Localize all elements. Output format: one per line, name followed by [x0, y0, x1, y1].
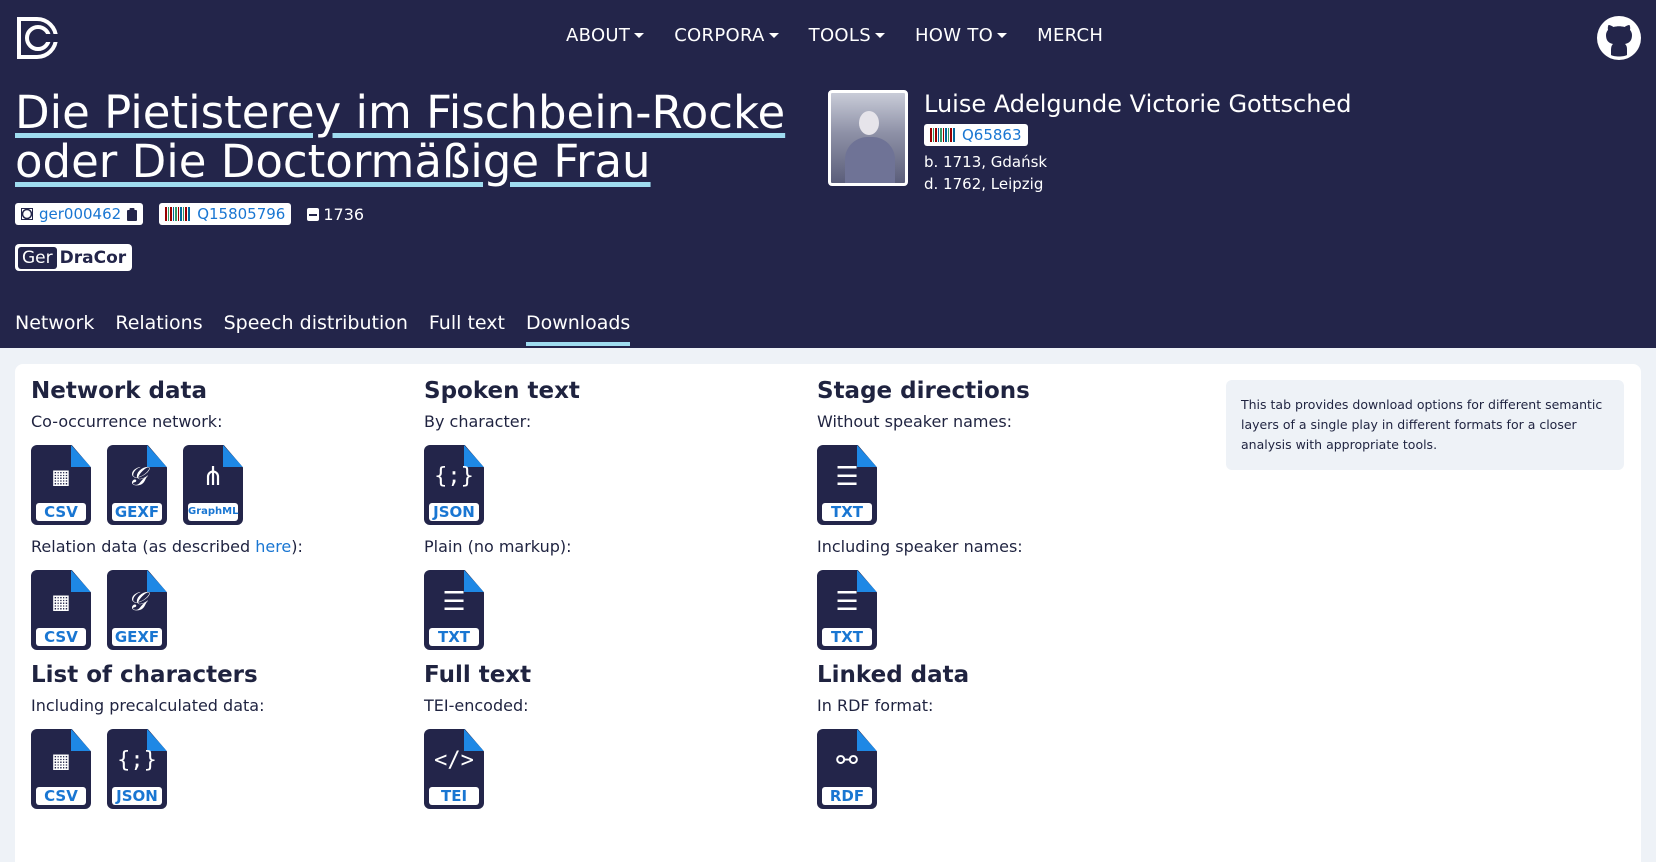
network-files: ▦ CSV 𝒢 GEXF ⋔ GraphML: [31, 445, 411, 525]
play-title-line-2: oder Die Doctormäßige Frau: [15, 135, 651, 188]
play-title-line-1: Die Pietisterey im Fischbein-Rocke: [15, 86, 786, 139]
col-network: Network data Co-occurrence network: ▦ CSV…: [31, 378, 411, 821]
chevron-down-icon: [768, 33, 779, 38]
characters-label: Including precalculated data:: [31, 696, 265, 715]
spoken-txt-download[interactable]: ☰ TXT: [424, 570, 484, 650]
network-csv-download[interactable]: ▦ CSV: [31, 445, 91, 525]
tab-full-text[interactable]: Full text: [429, 312, 505, 346]
chevron-down-icon: [874, 33, 885, 38]
play-wikidata-chip[interactable]: Q15805796: [159, 203, 292, 225]
characters-heading: List of characters: [31, 662, 258, 688]
play-tabs: Network Relations Speech distribution Fu…: [15, 312, 651, 346]
characters-files: ▦ CSV {;} JSON: [31, 729, 411, 809]
author-died: d. 1762, Leipzig: [924, 175, 1044, 193]
nav-tools[interactable]: TOOLS: [809, 25, 885, 46]
network-data-heading: Network data: [31, 378, 208, 404]
json-braces-icon: {;}: [434, 464, 474, 489]
author-born: b. 1713, Gdańsk: [924, 153, 1048, 171]
chevron-down-icon: [634, 33, 645, 38]
table-icon: ▦: [53, 462, 69, 492]
gephi-icon: 𝒢: [127, 587, 147, 617]
nav-about[interactable]: ABOUT: [566, 25, 645, 46]
nav-corpora[interactable]: CORPORA: [674, 25, 779, 46]
spoken-json-files: {;} JSON: [424, 445, 804, 525]
relation-data-label: Relation data (as described here):: [31, 537, 303, 556]
tab-network[interactable]: Network: [15, 312, 94, 346]
downloads-info-box: This tab provides download options for d…: [1226, 380, 1624, 470]
with-speaker-label: Including speaker names:: [817, 537, 1023, 556]
table-icon: ▦: [53, 746, 69, 776]
text-lines-icon: ☰: [835, 587, 859, 617]
author-info: Luise Adelgunde Victorie Gottsched Q6586…: [924, 90, 1351, 195]
stage-directions-heading: Stage directions: [817, 378, 1030, 404]
play-id-chip[interactable]: ger000462: [15, 203, 144, 225]
author-name: Luise Adelgunde Victorie Gottsched: [924, 90, 1352, 118]
clipboard-icon[interactable]: [127, 207, 138, 221]
spoken-text-heading: Spoken text: [424, 378, 580, 404]
tei-label: TEI-encoded:: [424, 696, 529, 715]
without-speaker-label: Without speaker names:: [817, 412, 1013, 431]
stage-with-files: ☰ TXT: [817, 570, 1197, 650]
play-wikidata-id: Q15805796: [197, 205, 286, 223]
corpus-prefix: Ger: [18, 246, 57, 269]
dracor-logo-icon[interactable]: [15, 15, 61, 61]
gephi-icon: 𝒢: [127, 462, 147, 492]
corpus-name: DraCor: [59, 247, 127, 268]
text-lines-icon: ☰: [835, 462, 859, 492]
nav-merch[interactable]: MERCH: [1037, 25, 1103, 46]
stage-without-files: ☰ TXT: [817, 445, 1197, 525]
tei-download[interactable]: </> TEI: [424, 729, 484, 809]
rdf-files: ⚯ RDF: [817, 729, 1197, 809]
nav-how-to[interactable]: HOW TO: [915, 25, 1008, 46]
linked-data-heading: Linked data: [817, 662, 970, 688]
wikidata-barcode-icon: [165, 207, 191, 221]
json-braces-icon: {;}: [117, 748, 157, 773]
col-spoken: Spoken text By character: {;} JSON Plain …: [424, 378, 804, 821]
stage-speakers-txt-download[interactable]: ☰ TXT: [817, 570, 877, 650]
author-portrait: [828, 90, 908, 186]
relations-csv-download[interactable]: ▦ CSV: [31, 570, 91, 650]
play-meta: ger000462 Q15805796 1736: [15, 203, 364, 225]
tab-downloads[interactable]: Downloads: [525, 312, 631, 346]
author-wikidata-id: Q65863: [962, 126, 1022, 144]
characters-json-download[interactable]: {;} JSON: [107, 729, 167, 809]
site-header: ABOUT CORPORA TOOLS HOW TO MERCH Die Pie…: [0, 0, 1656, 348]
play-year-value: 1736: [323, 204, 365, 224]
tab-relations[interactable]: Relations: [115, 312, 202, 346]
play-title: Die Pietisterey im Fischbein-Rocke oder …: [15, 88, 815, 186]
table-icon: ▦: [53, 587, 69, 617]
corpus-badge[interactable]: Ger DraCor: [15, 244, 133, 271]
tei-files: </> TEI: [424, 729, 804, 809]
spoken-txt-files: ☰ TXT: [424, 570, 804, 650]
rdf-label: In RDF format:: [817, 696, 934, 715]
network-gexf-download[interactable]: 𝒢 GEXF: [107, 445, 167, 525]
spoken-json-download[interactable]: {;} JSON: [424, 445, 484, 525]
network-graphml-download[interactable]: ⋔ GraphML: [183, 445, 243, 525]
graph-icon: ⋔: [202, 462, 224, 492]
play-year: 1736: [307, 205, 364, 224]
relations-here-link[interactable]: here: [255, 537, 291, 556]
col-stage: Stage directions Without speaker names: …: [817, 378, 1197, 821]
dracor-mini-icon: [21, 208, 33, 220]
chevron-down-icon: [997, 33, 1008, 38]
share-nodes-icon: ⚯: [836, 746, 858, 776]
text-lines-icon: ☰: [442, 587, 466, 617]
characters-csv-download[interactable]: ▦ CSV: [31, 729, 91, 809]
github-icon[interactable]: [1596, 15, 1642, 61]
stage-txt-download[interactable]: ☰ TXT: [817, 445, 877, 525]
main-nav: ABOUT CORPORA TOOLS HOW TO MERCH: [566, 25, 1133, 46]
play-id: ger000462: [39, 205, 122, 223]
plain-label: Plain (no markup):: [424, 537, 572, 556]
wikidata-barcode-icon: [930, 128, 955, 142]
book-icon: [307, 207, 320, 221]
relations-gexf-download[interactable]: 𝒢 GEXF: [107, 570, 167, 650]
tab-speech-distribution[interactable]: Speech distribution: [224, 312, 408, 346]
by-character-label: By character:: [424, 412, 532, 431]
author-wikidata-chip[interactable]: Q65863: [924, 124, 1028, 146]
cooccurrence-label: Co-occurrence network:: [31, 412, 223, 431]
code-icon: </>: [434, 748, 474, 773]
rdf-download[interactable]: ⚯ RDF: [817, 729, 877, 809]
relation-files: ▦ CSV 𝒢 GEXF: [31, 570, 411, 650]
full-text-heading: Full text: [424, 662, 532, 688]
